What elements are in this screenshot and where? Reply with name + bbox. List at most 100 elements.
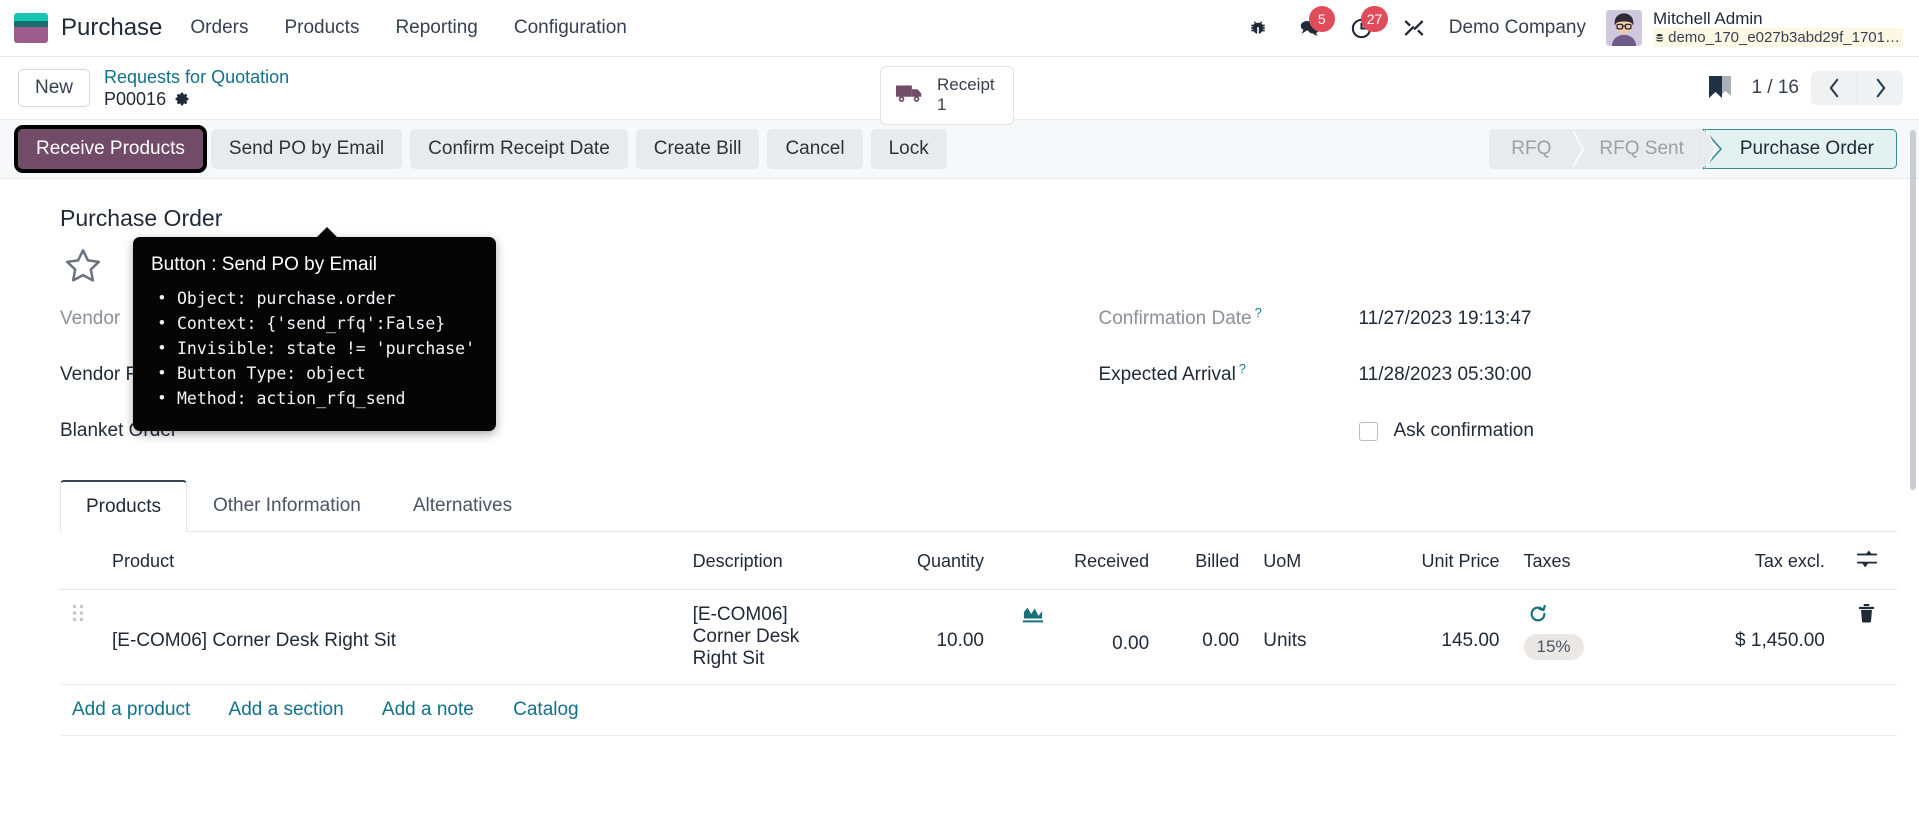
tooltip-invisible: Invisible: state != 'purchase': [159, 336, 478, 361]
th-taxes[interactable]: Taxes: [1511, 532, 1662, 590]
menu-products[interactable]: Products: [266, 9, 377, 47]
tooltip-object: Object: purchase.order: [159, 286, 478, 311]
button-tooltip: Button : Send PO by Email Object: purcha…: [133, 226, 496, 432]
optional-columns-toggle[interactable]: [1836, 532, 1897, 590]
delete-line-button[interactable]: [1836, 589, 1897, 685]
tooltip-button-type: Button Type: object: [159, 361, 478, 386]
add-a-product-link[interactable]: Add a product: [72, 699, 190, 720]
odoo-logo-icon[interactable]: [14, 13, 48, 43]
th-received[interactable]: Received: [995, 532, 1162, 590]
forecast-chart-icon[interactable]: [1008, 604, 1149, 630]
bug-icon[interactable]: [1245, 15, 1271, 41]
confirmation-date-label: Confirmation Date ?: [1098, 305, 1359, 330]
receive-products-button[interactable]: Receive Products: [14, 125, 207, 173]
th-handle: [60, 532, 101, 590]
breadcrumb: Requests for Quotation P00016: [104, 66, 289, 111]
cell-taxes[interactable]: 15%: [1511, 589, 1662, 685]
add-a-section-link[interactable]: Add a section: [229, 699, 344, 720]
table-row[interactable]: [E-COM06] Corner Desk Right Sit [E-COM06…: [60, 589, 1897, 685]
breadcrumb-parent[interactable]: Requests for Quotation: [104, 66, 289, 89]
clock-icon[interactable]: 27: [1349, 6, 1389, 41]
receipt-smart-button[interactable]: Receipt 1: [880, 66, 1014, 125]
top-navbar: Purchase Orders Products Reporting Confi…: [0, 0, 1919, 57]
control-panel-right: 1 / 16: [1707, 71, 1903, 105]
refresh-icon[interactable]: [1524, 604, 1548, 624]
vertical-scrollbar[interactable]: [1909, 130, 1917, 835]
drag-handle-icon[interactable]: [60, 589, 101, 685]
field-expected-arrival: Expected Arrival ? 11/28/2023 05:30:00: [1099, 361, 1898, 390]
new-button[interactable]: New: [18, 69, 91, 107]
chat-count-badge: 5: [1308, 6, 1335, 32]
tab-products[interactable]: Products: [60, 480, 187, 532]
cell-description[interactable]: [E-COM06] Corner Desk Right Sit: [680, 589, 861, 685]
truck-icon: [895, 81, 925, 110]
th-uom[interactable]: UoM: [1251, 532, 1347, 590]
cell-received[interactable]: 0.00: [995, 589, 1162, 685]
confirmation-date-value: 11/27/2023 19:13:47: [1358, 308, 1532, 329]
status-rfq-sent[interactable]: RFQ Sent: [1571, 129, 1718, 169]
menu-configuration[interactable]: Configuration: [496, 9, 645, 47]
cell-product[interactable]: [E-COM06] Corner Desk Right Sit: [100, 589, 681, 685]
form-status-bar: Receive Products Send PO by Email Confir…: [0, 119, 1919, 179]
th-product[interactable]: Product: [100, 532, 681, 590]
receipt-label: Receipt: [937, 75, 995, 94]
create-bill-button[interactable]: Create Bill: [635, 129, 760, 169]
record-name: P00016: [104, 89, 167, 109]
app-name[interactable]: Purchase: [61, 14, 162, 42]
confirm-receipt-date-button[interactable]: Confirm Receipt Date: [410, 129, 628, 169]
company-switcher[interactable]: Demo Company: [1449, 17, 1586, 39]
priority-star-icon[interactable]: [62, 246, 104, 286]
next-record-button[interactable]: [1857, 71, 1903, 105]
order-lines-table: Product Description Quantity Received Bi…: [60, 532, 1897, 736]
th-description[interactable]: Description: [680, 532, 861, 590]
help-icon[interactable]: ?: [1255, 305, 1262, 320]
th-quantity[interactable]: Quantity: [860, 532, 996, 590]
pager: 1 / 16: [1751, 71, 1903, 105]
previous-record-button[interactable]: [1811, 71, 1857, 105]
cell-unit-price-text: 145.00: [1441, 630, 1500, 651]
smart-buttons: Receipt 1: [880, 66, 1014, 125]
chat-icon[interactable]: 5: [1297, 6, 1335, 41]
th-tax-excl[interactable]: Tax excl.: [1661, 532, 1837, 590]
user-name: Mitchell Admin: [1653, 8, 1763, 28]
database-name-text: demo_170_e027b3abd29f_1701…: [1668, 29, 1900, 47]
cell-uom[interactable]: Units: [1251, 589, 1347, 685]
cancel-button[interactable]: Cancel: [767, 129, 863, 169]
activity-count-badge: 27: [1360, 6, 1389, 32]
user-menu[interactable]: Mitchell Admin demo_170_e027b3abd29f_170…: [1606, 9, 1903, 48]
confirmation-date-label-text: Confirmation Date: [1098, 308, 1252, 329]
cell-billed[interactable]: 0.00: [1161, 589, 1252, 685]
cell-unit-price[interactable]: 145.00: [1346, 589, 1512, 685]
ask-confirmation-checkbox[interactable]: [1358, 421, 1378, 441]
cell-billed-text: 0.00: [1202, 630, 1240, 651]
catalog-link[interactable]: Catalog: [513, 699, 579, 720]
form-column-right: Confirmation Date ? 11/27/2023 19:13:47 …: [979, 305, 1898, 476]
help-icon[interactable]: ?: [1239, 361, 1246, 376]
main-menu: Orders Products Reporting Configuration: [172, 9, 644, 47]
ask-confirmation-label: Ask confirmation: [1393, 420, 1534, 441]
tooltip-title: Button : Send PO by Email: [151, 254, 378, 275]
th-unit-price[interactable]: Unit Price: [1346, 532, 1512, 590]
lock-button[interactable]: Lock: [870, 129, 947, 169]
add-a-note-link[interactable]: Add a note: [382, 699, 474, 720]
expected-arrival-value[interactable]: 11/28/2023 05:30:00: [1359, 364, 1532, 386]
tools-icon[interactable]: [1401, 15, 1427, 41]
cell-quantity[interactable]: 10.00: [860, 589, 996, 685]
bookmark-icon[interactable]: [1707, 74, 1733, 102]
menu-orders[interactable]: Orders: [172, 9, 266, 47]
trash-icon[interactable]: [1858, 604, 1875, 623]
tab-alternatives[interactable]: Alternatives: [387, 480, 538, 531]
odoo-purchase-order-page: Purchase Orders Products Reporting Confi…: [0, 0, 1919, 835]
th-billed[interactable]: Billed: [1161, 532, 1252, 590]
field-ask-confirmation: Ask confirmation: [1099, 420, 1898, 446]
gear-icon[interactable]: [174, 91, 190, 107]
status-rfq[interactable]: RFQ: [1489, 129, 1585, 169]
send-po-by-email-button[interactable]: Send PO by Email: [210, 129, 403, 169]
menu-reporting[interactable]: Reporting: [377, 9, 495, 47]
tab-other-information[interactable]: Other Information: [187, 480, 387, 531]
cell-description-text: [E-COM06] Corner Desk Right Sit: [692, 604, 800, 669]
status-purchase-order[interactable]: Purchase Order: [1702, 128, 1897, 170]
table-header-row: Product Description Quantity Received Bi…: [60, 532, 1897, 590]
statusbar: RFQ RFQ Sent Purchase Order: [1489, 128, 1897, 170]
tax-tag[interactable]: 15%: [1523, 634, 1584, 660]
